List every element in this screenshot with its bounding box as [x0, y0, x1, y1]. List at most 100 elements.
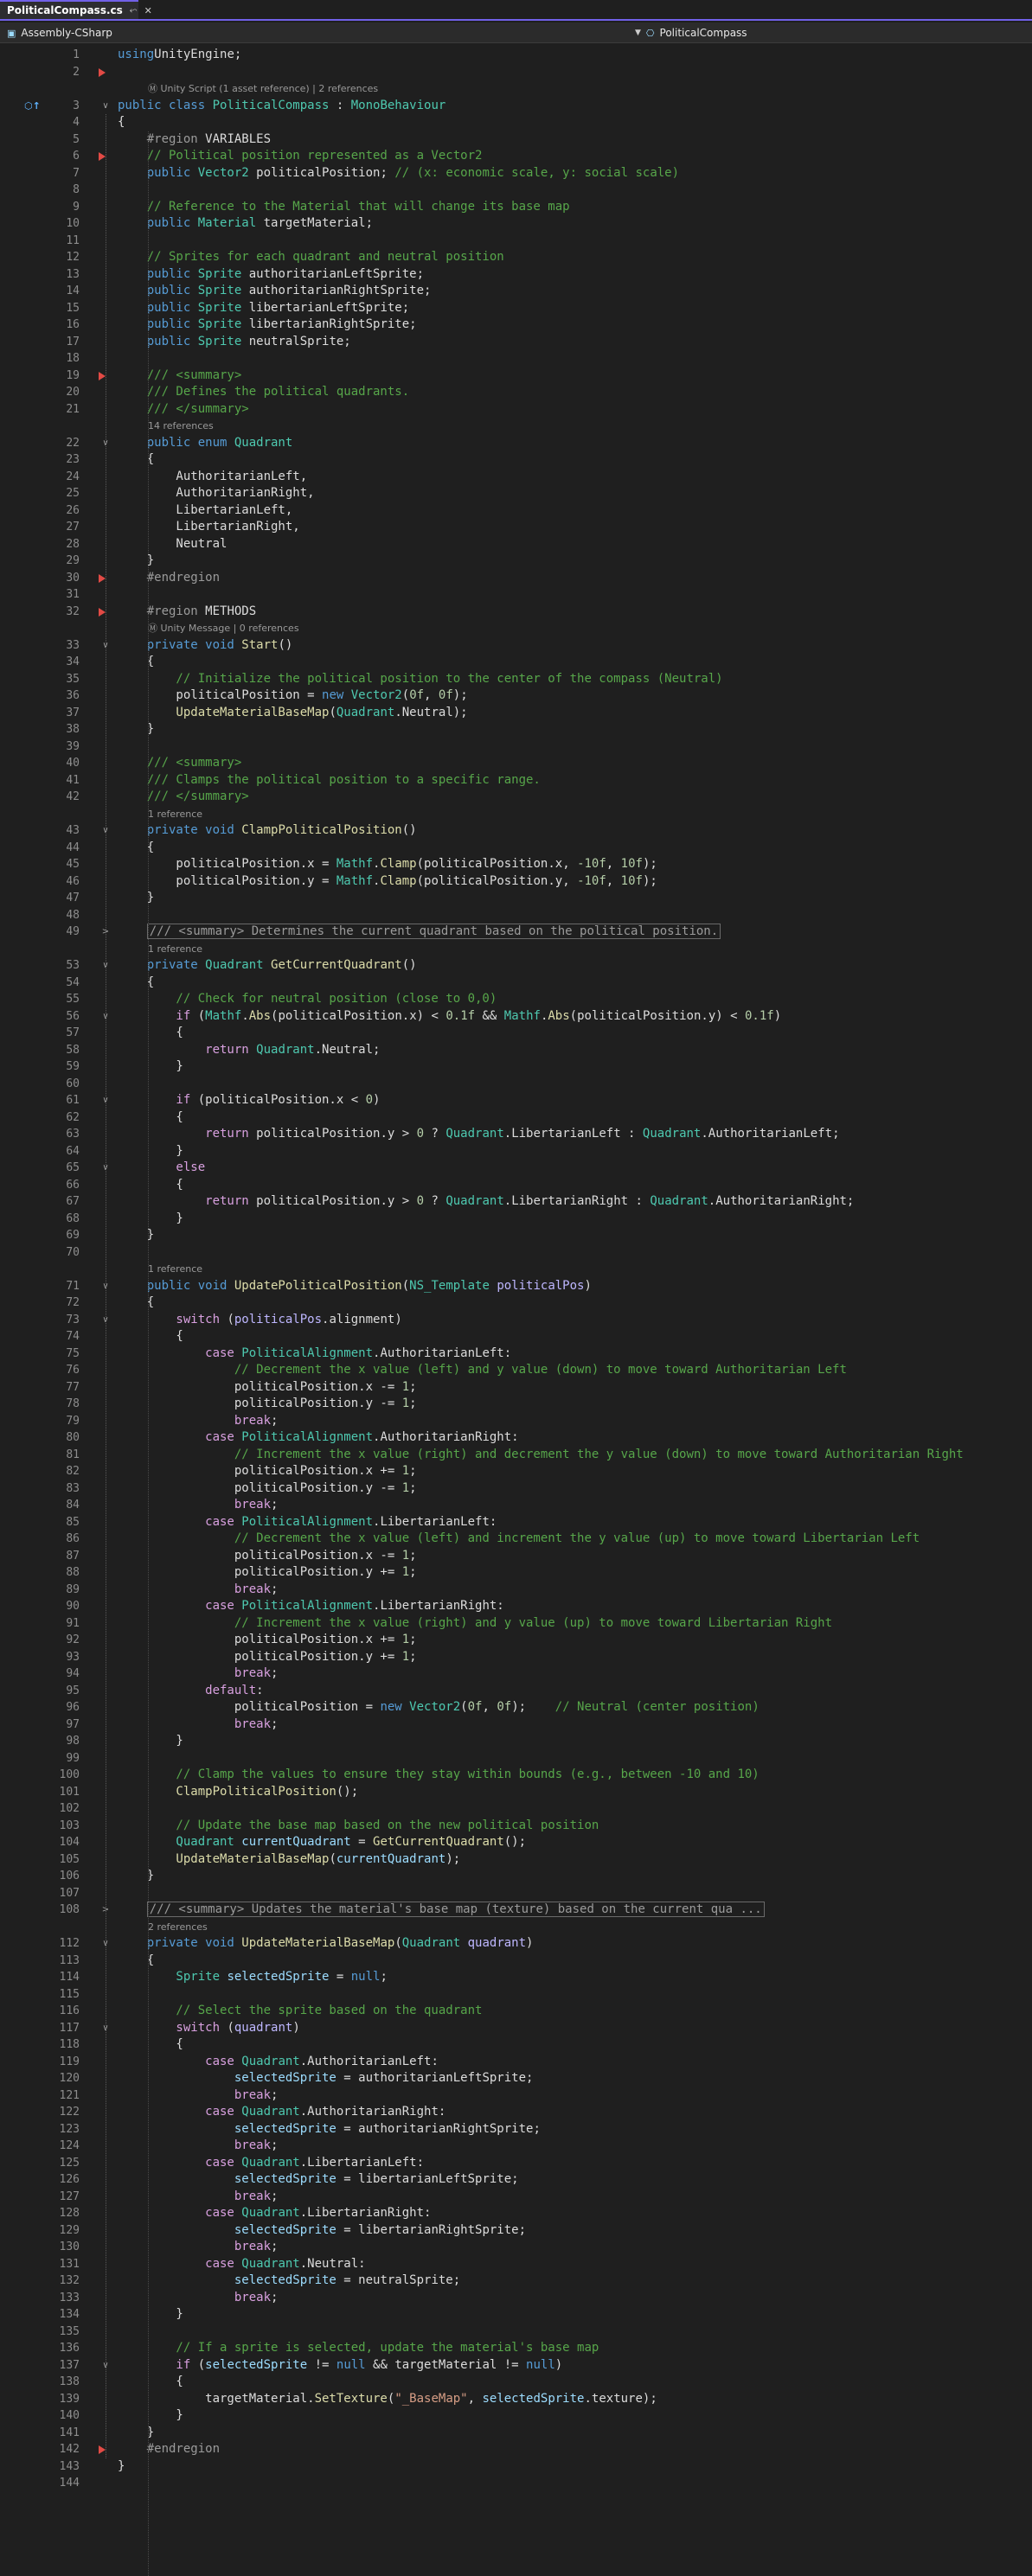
- code-line[interactable]: 93 politicalPosition.y += 1;: [0, 1649, 1032, 1666]
- code-line[interactable]: 71∨ public void UpdatePoliticalPosition(…: [0, 1278, 1032, 1295]
- code-line[interactable]: 36 politicalPosition = new Vector2(0f, 0…: [0, 687, 1032, 705]
- code-line[interactable]: 81 // Increment the x value (right) and …: [0, 1447, 1032, 1464]
- code-text[interactable]: {: [118, 1177, 183, 1194]
- codelens-row[interactable]: 2 references: [0, 1919, 1032, 1936]
- code-line[interactable]: 73∨ switch (politicalPos.alignment): [0, 1312, 1032, 1329]
- code-text[interactable]: break;: [118, 2138, 278, 2155]
- code-text[interactable]: private void Start(): [118, 637, 292, 655]
- breakpoint-arrow-icon[interactable]: [99, 2445, 106, 2454]
- code-line[interactable]: 74 {: [0, 1328, 1032, 1346]
- codelens-text[interactable]: 2 references: [148, 1919, 208, 1936]
- code-line[interactable]: 88 politicalPosition.y += 1;: [0, 1564, 1032, 1582]
- code-text[interactable]: public class PoliticalCompass : MonoBeha…: [118, 98, 445, 115]
- code-line[interactable]: 10 public Material targetMaterial;: [0, 215, 1032, 233]
- code-line[interactable]: 54 {: [0, 975, 1032, 992]
- code-line[interactable]: 31: [0, 586, 1032, 604]
- code-line[interactable]: 87 politicalPosition.x -= 1;: [0, 1548, 1032, 1565]
- code-text[interactable]: }: [118, 2306, 183, 2324]
- code-text[interactable]: // Select the sprite based on the quadra…: [118, 2003, 482, 2020]
- code-line[interactable]: 107: [0, 1885, 1032, 1902]
- code-text[interactable]: targetMaterial.SetTexture("_BaseMap", se…: [118, 2391, 657, 2408]
- code-text[interactable]: break;: [118, 1716, 278, 1734]
- code-line[interactable]: 136 // If a sprite is selected, update t…: [0, 2340, 1032, 2357]
- code-line[interactable]: 82 politicalPosition.x += 1;: [0, 1463, 1032, 1480]
- code-text[interactable]: break;: [118, 2189, 278, 2206]
- code-line[interactable]: 41 /// Clamps the political position to …: [0, 772, 1032, 789]
- code-text[interactable]: // Reference to the Material that will c…: [118, 199, 570, 216]
- code-line[interactable]: 28 Neutral: [0, 536, 1032, 553]
- code-text[interactable]: // Decrement the x value (left) and incr…: [118, 1531, 920, 1548]
- code-text[interactable]: }: [118, 2458, 125, 2476]
- codelens-text[interactable]: Ⓜ Unity Script (1 asset reference) | 2 r…: [148, 80, 378, 98]
- code-line[interactable]: 55 // Check for neutral position (close …: [0, 991, 1032, 1008]
- code-text[interactable]: LibertarianLeft,: [118, 502, 292, 520]
- code-text[interactable]: politicalPosition = new Vector2(0f, 0f);…: [118, 1699, 760, 1716]
- code-line[interactable]: 2: [0, 64, 1032, 81]
- codelens-text[interactable]: 1 reference: [148, 1261, 202, 1278]
- code-line[interactable]: 115: [0, 1986, 1032, 2004]
- code-text[interactable]: break;: [118, 2087, 278, 2105]
- code-line[interactable]: 8: [0, 182, 1032, 199]
- close-icon[interactable]: ✕: [144, 5, 152, 16]
- code-line[interactable]: 113 {: [0, 1953, 1032, 1970]
- code-line[interactable]: 61∨ if (politicalPosition.x < 0): [0, 1092, 1032, 1109]
- code-text[interactable]: selectedSprite = authoritarianRightSprit…: [118, 2121, 541, 2138]
- code-text[interactable]: #endregion: [118, 570, 220, 587]
- code-line[interactable]: 138 {: [0, 2374, 1032, 2391]
- code-text[interactable]: case PoliticalAlignment.LibertarianRight…: [118, 1598, 504, 1615]
- code-line[interactable]: 130 break;: [0, 2239, 1032, 2256]
- code-line[interactable]: 123 selectedSprite = authoritarianRightS…: [0, 2121, 1032, 2138]
- code-text[interactable]: return Quadrant.Neutral;: [118, 1042, 380, 1059]
- code-line[interactable]: 42 /// </summary>: [0, 789, 1032, 806]
- code-line[interactable]: 104 Quadrant currentQuadrant = GetCurren…: [0, 1834, 1032, 1851]
- code-line[interactable]: 69 }: [0, 1227, 1032, 1244]
- collapsed-region[interactable]: /// <summary> Updates the material's bas…: [147, 1902, 765, 1917]
- code-line[interactable]: 100 // Clamp the values to ensure they s…: [0, 1767, 1032, 1784]
- code-text[interactable]: public Sprite authoritarianRightSprite;: [118, 283, 431, 300]
- code-text[interactable]: /// <summary> Determines the current qua…: [118, 924, 721, 941]
- code-text[interactable]: selectedSprite = libertarianLeftSprite;: [118, 2171, 519, 2189]
- code-line[interactable]: 17 public Sprite neutralSprite;: [0, 334, 1032, 351]
- code-text[interactable]: else: [118, 1160, 205, 1177]
- code-text[interactable]: private Quadrant GetCurrentQuadrant(): [118, 957, 417, 975]
- code-text[interactable]: LibertarianRight,: [118, 519, 300, 536]
- code-line[interactable]: 11: [0, 233, 1032, 250]
- code-text[interactable]: {: [118, 2036, 183, 2054]
- code-line[interactable]: 144: [0, 2475, 1032, 2492]
- code-text[interactable]: break;: [118, 1582, 278, 1599]
- code-line[interactable]: 60: [0, 1076, 1032, 1093]
- class-dropdown[interactable]: ▼ ⎔ PoliticalCompass: [635, 22, 747, 43]
- code-line[interactable]: 15 public Sprite libertarianLeftSprite;: [0, 300, 1032, 317]
- code-text[interactable]: break;: [118, 2239, 278, 2256]
- code-text[interactable]: {: [118, 2374, 183, 2391]
- code-text[interactable]: if (Mathf.Abs(politicalPosition.x) < 0.1…: [118, 1008, 781, 1026]
- code-line[interactable]: 112∨ private void UpdateMaterialBaseMap(…: [0, 1935, 1032, 1953]
- code-text[interactable]: case PoliticalAlignment.AuthoritarianRig…: [118, 1429, 519, 1447]
- code-text[interactable]: // Decrement the x value (left) and y va…: [118, 1362, 847, 1379]
- code-line[interactable]: 24 AuthoritarianLeft,: [0, 469, 1032, 486]
- code-text[interactable]: /// </summary>: [118, 401, 249, 419]
- code-text[interactable]: /// <summary> Updates the material's bas…: [118, 1902, 765, 1919]
- code-text[interactable]: {: [118, 114, 125, 131]
- codelens-text[interactable]: 1 reference: [148, 941, 202, 958]
- code-text[interactable]: }: [118, 1733, 183, 1750]
- code-line[interactable]: 132 selectedSprite = neutralSprite;: [0, 2272, 1032, 2290]
- code-text[interactable]: default:: [118, 1683, 264, 1700]
- codelens-row[interactable]: Ⓜ Unity Message | 0 references: [0, 620, 1032, 637]
- code-line[interactable]: 63 return politicalPosition.y > 0 ? Quad…: [0, 1126, 1032, 1143]
- code-line[interactable]: 56∨ if (Mathf.Abs(politicalPosition.x) <…: [0, 1008, 1032, 1026]
- code-text[interactable]: UpdateMaterialBaseMap(Quadrant.Neutral);: [118, 705, 468, 722]
- code-text[interactable]: politicalPosition.x = Mathf.Clamp(politi…: [118, 856, 657, 873]
- code-line[interactable]: 96 politicalPosition = new Vector2(0f, 0…: [0, 1699, 1032, 1716]
- code-line[interactable]: 44 {: [0, 840, 1032, 857]
- code-line[interactable]: 58 return Quadrant.Neutral;: [0, 1042, 1032, 1059]
- code-line[interactable]: 1usingUnityEngine;: [0, 47, 1032, 64]
- code-line[interactable]: 102: [0, 1800, 1032, 1818]
- code-line[interactable]: 75 case PoliticalAlignment.Authoritarian…: [0, 1346, 1032, 1363]
- code-line[interactable]: 57 {: [0, 1025, 1032, 1042]
- code-line[interactable]: 137∨ if (selectedSprite != null && targe…: [0, 2357, 1032, 2375]
- code-text[interactable]: politicalPosition.y += 1;: [118, 1564, 417, 1582]
- code-text[interactable]: /// </summary>: [118, 789, 249, 806]
- code-text[interactable]: // Political position represented as a V…: [118, 148, 482, 165]
- code-line[interactable]: 46 politicalPosition.y = Mathf.Clamp(pol…: [0, 873, 1032, 891]
